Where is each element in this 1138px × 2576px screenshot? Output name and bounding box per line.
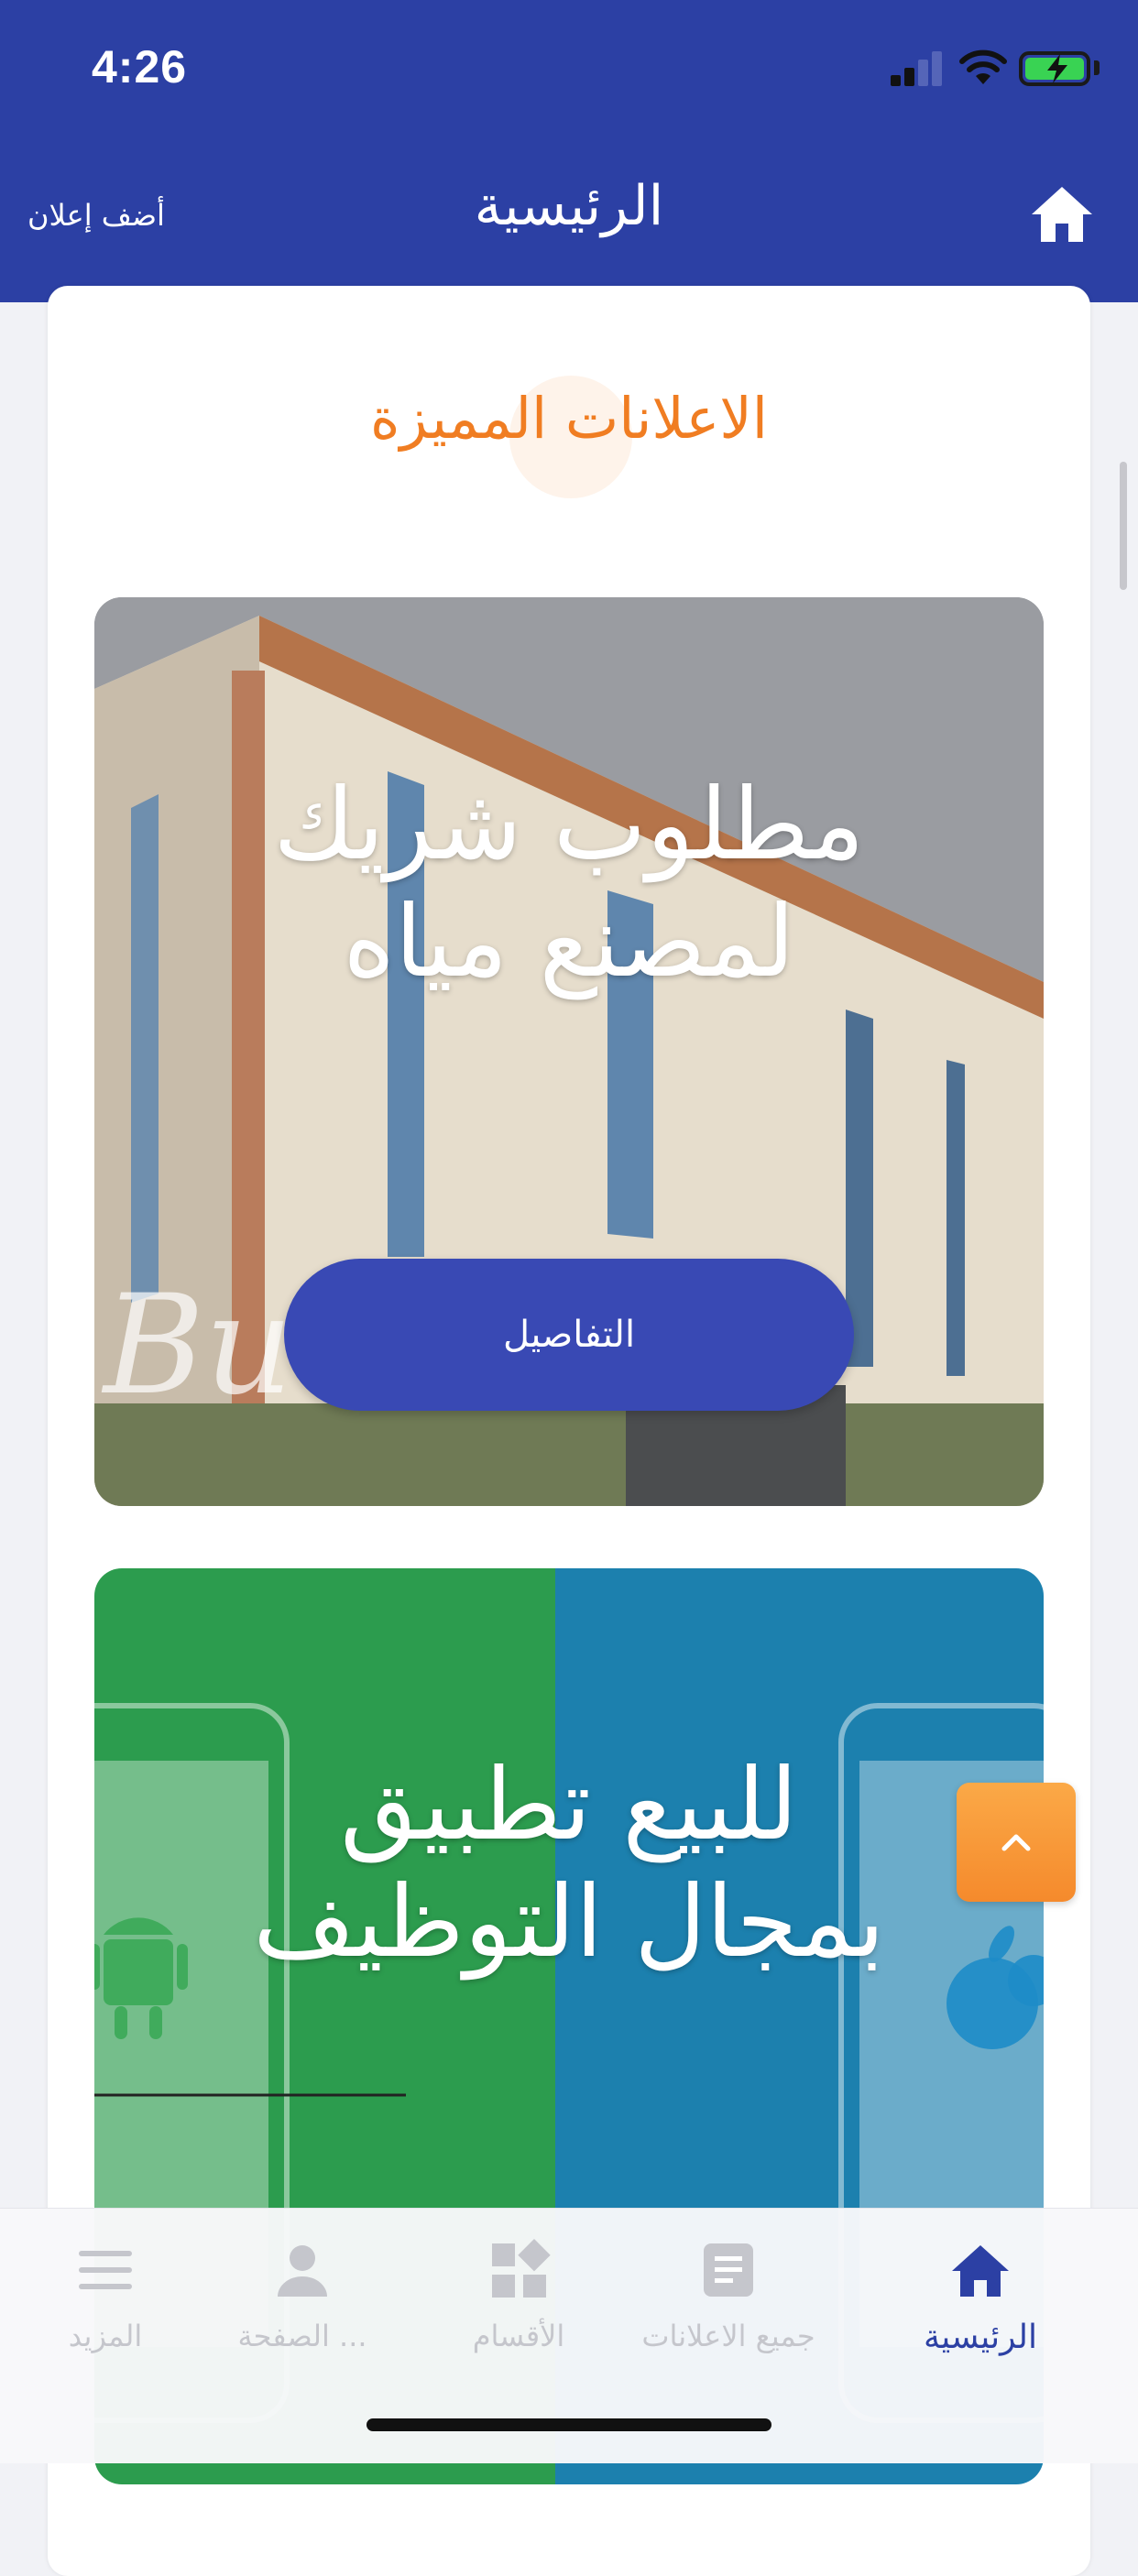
ad-headline-line1: مطلوب شريك xyxy=(273,768,865,882)
categories-icon xyxy=(492,2239,551,2298)
tab-label: الأقسام xyxy=(472,2319,565,2353)
tab-more[interactable]: المزيد xyxy=(27,2209,183,2392)
section-title: الاعلانات المميزة xyxy=(370,385,768,452)
details-button[interactable]: التفاصيل xyxy=(284,1259,854,1411)
tab-label: المزيد xyxy=(68,2319,143,2353)
document-icon xyxy=(704,2243,753,2297)
menu-icon xyxy=(79,2251,132,2289)
ad-card-water-factory[interactable]: مطلوب شريك لمصنع مياه Bu التفاصيل xyxy=(94,597,1044,1506)
wifi-icon xyxy=(959,49,1007,84)
tab-label: الرئيسية xyxy=(924,2319,1037,2356)
ad-headline-line2: لمصنع مياه xyxy=(343,885,795,999)
battery-icon xyxy=(1019,51,1090,86)
status-time: 4:26 xyxy=(92,41,188,93)
tab-all-ads[interactable]: جميع الاعلانات xyxy=(623,2209,834,2392)
tab-profile-page[interactable]: الصفحة ... xyxy=(211,2209,394,2392)
tab-label: الصفحة ... xyxy=(237,2319,367,2353)
scroll-to-top-button[interactable] xyxy=(957,1783,1076,1902)
profile-icon xyxy=(278,2245,327,2297)
ad-headline-line1: للبيع تطبيق xyxy=(340,1748,798,1862)
app-header: 4:26 أضف إعلان الرئيسية xyxy=(0,0,1138,302)
chevron-up-icon xyxy=(1001,1834,1031,1851)
tab-label: جميع الاعلانات xyxy=(641,2319,815,2353)
cellular-signal-icon xyxy=(891,49,944,86)
home-indicator[interactable] xyxy=(367,2418,771,2431)
tab-home[interactable]: الرئيسية xyxy=(889,2209,1072,2392)
tab-categories[interactable]: الأقسام xyxy=(427,2209,610,2392)
battery-cap xyxy=(1094,60,1100,75)
ad-headline-line2: بمجال التوظيف xyxy=(253,1865,885,1980)
brand-watermark: Bu xyxy=(104,1266,293,1425)
home-icon[interactable] xyxy=(1030,183,1094,244)
scrollbar[interactable] xyxy=(1120,462,1127,590)
page-title: الرئيسية xyxy=(474,174,664,238)
home-icon xyxy=(952,2245,1009,2297)
